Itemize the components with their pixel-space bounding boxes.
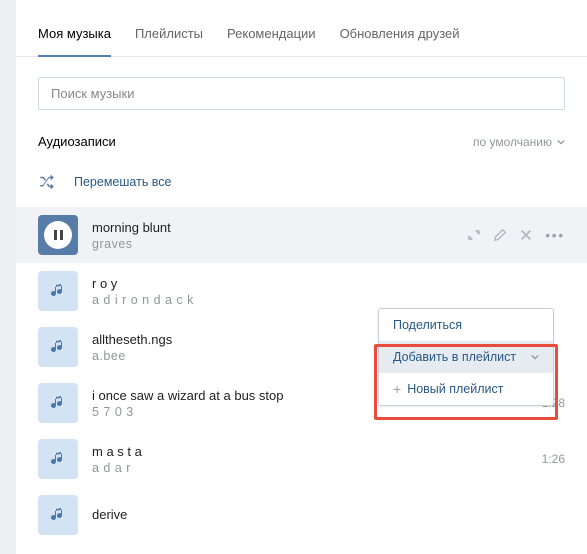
note-icon <box>50 395 66 411</box>
tab-recommendations[interactable]: Рекомендации <box>227 12 316 56</box>
track-cover <box>38 271 78 311</box>
close-icon[interactable] <box>519 228 533 242</box>
context-menu: Поделиться Добавить в плейлист + Новый пл… <box>378 308 554 406</box>
track-title: r o y <box>92 276 565 291</box>
shuffle-icon <box>38 173 56 191</box>
track-title: derive <box>92 507 565 522</box>
add-to-playlist-label: Добавить в плейлист <box>393 350 516 364</box>
more-icon[interactable]: ••• <box>545 228 565 243</box>
track-title: m a s t a <box>92 444 528 459</box>
tab-my-music[interactable]: Моя музыка <box>38 12 111 57</box>
chevron-down-icon <box>531 353 539 361</box>
shuffle-button[interactable]: Перемешать все <box>16 167 587 207</box>
track-cover <box>38 383 78 423</box>
track-artist: a d a r <box>92 461 528 475</box>
track-title: morning blunt <box>92 220 453 235</box>
track-artist: graves <box>92 237 453 251</box>
new-playlist-label: Новый плейлист <box>407 382 503 396</box>
share-menu-item[interactable]: Поделиться <box>379 309 553 341</box>
sort-dropdown[interactable]: по умолчанию <box>473 135 565 149</box>
tab-playlists[interactable]: Плейлисты <box>135 12 203 56</box>
track-artist: a d i r o n d a c k <box>92 293 565 307</box>
track-cover <box>38 439 78 479</box>
track-row[interactable]: morning blunt graves ••• <box>16 207 587 263</box>
track-row[interactable]: m a s t a a d a r 1:26 <box>16 431 587 487</box>
new-playlist-menu-item[interactable]: + Новый плейлист <box>379 373 553 405</box>
expand-icon[interactable] <box>467 228 481 242</box>
note-icon <box>50 339 66 355</box>
track-duration: 1:26 <box>542 452 565 466</box>
section-title: Аудиозаписи <box>38 134 116 149</box>
track-cover <box>38 327 78 367</box>
plus-icon: + <box>393 382 401 396</box>
track-cover <box>38 495 78 535</box>
note-icon <box>50 507 66 523</box>
shuffle-label: Перемешать все <box>74 175 172 189</box>
pause-button[interactable] <box>38 215 78 255</box>
tabs-bar: Моя музыка Плейлисты Рекомендации Обновл… <box>16 12 587 57</box>
pause-icon <box>54 230 63 240</box>
track-artist: 5 7 0 3 <box>92 405 528 419</box>
chevron-down-icon <box>557 138 565 146</box>
search-input[interactable] <box>38 77 565 110</box>
note-icon <box>50 451 66 467</box>
sort-label: по умолчанию <box>473 135 552 149</box>
add-to-playlist-menu-item[interactable]: Добавить в плейлист <box>379 341 553 373</box>
note-icon <box>50 283 66 299</box>
track-row[interactable]: derive <box>16 487 587 543</box>
tab-friends-updates[interactable]: Обновления друзей <box>340 12 460 56</box>
edit-icon[interactable] <box>493 228 507 242</box>
